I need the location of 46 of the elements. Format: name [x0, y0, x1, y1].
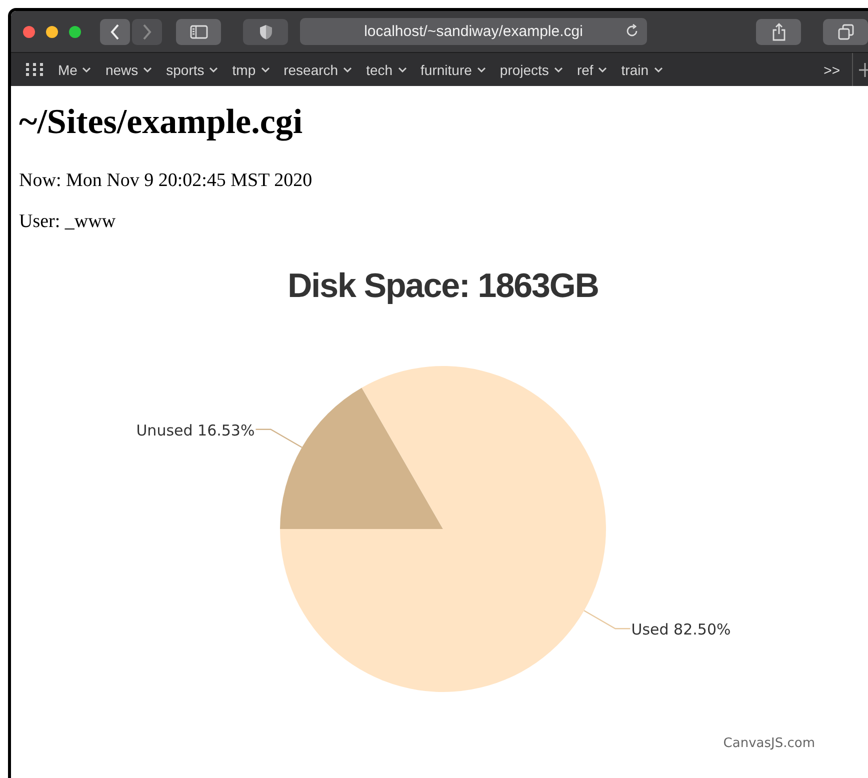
- page-heading: ~/Sites/example.cgi: [19, 102, 304, 142]
- bookmark-folder[interactable]: research: [284, 62, 352, 78]
- bookmark-folder[interactable]: projects: [500, 62, 563, 78]
- chevron-icon: [82, 66, 92, 72]
- bookmark-folder[interactable]: tmp: [232, 62, 270, 78]
- credit-link[interactable]: CanvasJS.com: [723, 736, 815, 751]
- grid-icon[interactable]: [26, 62, 44, 76]
- chevron-icon: [209, 66, 218, 72]
- info-text: Now: Mon Nov 9 20:02:45 MST 2020: [19, 170, 314, 192]
- bookmark-folder[interactable]: news: [105, 62, 152, 78]
- info-text: User: _www: [19, 211, 117, 233]
- bookmark-folder[interactable]: furniture: [420, 62, 486, 78]
- chevron-icon: [260, 66, 270, 72]
- back-button[interactable]: [100, 18, 130, 44]
- bookmark-folder[interactable]: train: [621, 62, 663, 78]
- tabs-icon: [838, 24, 854, 40]
- tabs-button[interactable]: [823, 18, 868, 44]
- bookmark-folder[interactable]: tech: [366, 62, 407, 78]
- chevron-icon: [598, 66, 608, 72]
- shield-icon: [258, 24, 272, 40]
- leader-line: [584, 610, 630, 630]
- forward-icon: [142, 24, 152, 40]
- chart-title: Disk Space: 1863GB: [288, 267, 598, 305]
- chevron-icon: [654, 66, 663, 72]
- back-icon: [110, 24, 120, 40]
- bookmark-folder[interactable]: ref: [576, 62, 608, 78]
- share-button[interactable]: [756, 18, 801, 44]
- sidebar-button[interactable]: [176, 18, 221, 44]
- bookmark-folder[interactable]: Me: [58, 62, 92, 78]
- share-icon: [772, 22, 786, 40]
- plus-icon[interactable]: [859, 62, 868, 76]
- chevron-icon: [143, 66, 152, 72]
- address-field[interactable]: localhost/~sandiway/example.cgi: [300, 18, 647, 45]
- privacy-button[interactable]: [243, 18, 288, 44]
- chevron-icon: [398, 66, 407, 72]
- data-label: Unused 16.53%: [136, 421, 255, 440]
- reload-icon[interactable]: [625, 24, 639, 38]
- chevron-icon: [343, 66, 352, 72]
- bookmark-folder[interactable]: sports: [166, 62, 218, 78]
- overflow-button[interactable]: >>: [824, 62, 840, 78]
- chevron-icon: [476, 66, 486, 72]
- sidebar-icon: [190, 24, 208, 38]
- window-controls-icon[interactable]: [22, 24, 82, 38]
- leader-line: [256, 428, 302, 448]
- data-label: Used 82.50%: [631, 620, 731, 639]
- chevron-icon: [554, 66, 563, 72]
